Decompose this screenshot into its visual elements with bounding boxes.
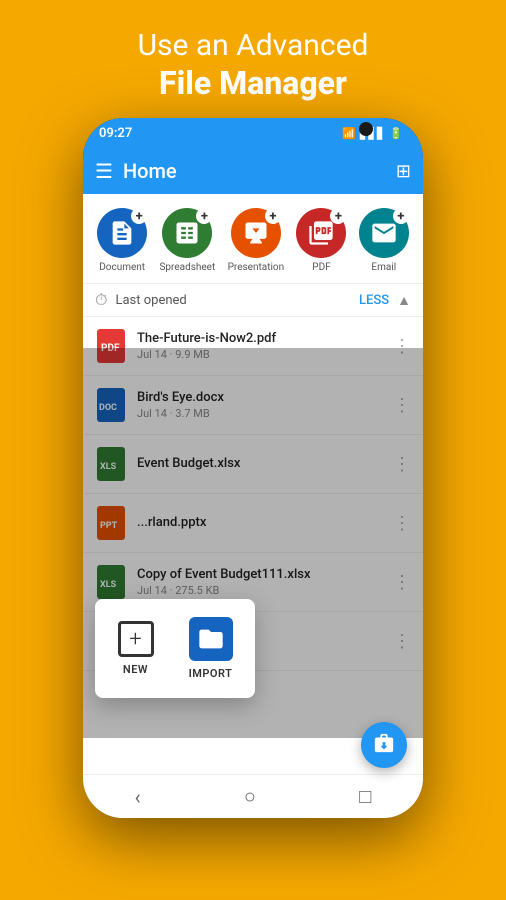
battery-icon: 🔋 <box>389 127 403 140</box>
action-pdf-label: PDF <box>312 262 330 273</box>
action-spreadsheet[interactable]: + Spreadsheet <box>159 208 215 273</box>
header-line1: Use an Advanced <box>138 28 369 64</box>
recents-nav-icon[interactable]: □ <box>359 784 371 809</box>
header-text: Use an Advanced File Manager <box>118 0 389 118</box>
wifi-icon: 📶 <box>342 127 356 140</box>
chevron-up-icon: ▲ <box>397 292 411 309</box>
section-header[interactable]: ⏱ Last opened LESS ▲ <box>83 283 423 317</box>
history-icon: ⏱ <box>95 290 107 310</box>
new-icon: + <box>118 621 154 657</box>
email-plus-icon: + <box>393 208 409 224</box>
status-time: 09:27 <box>99 126 132 141</box>
action-spreadsheet-label: Spreadsheet <box>159 262 215 273</box>
pdf-plus-icon: + <box>330 208 346 224</box>
header-line2: File Manager <box>138 64 369 102</box>
import-icon <box>189 617 233 661</box>
popup-import-item[interactable]: IMPORT <box>189 617 233 680</box>
action-email-label: Email <box>371 262 396 273</box>
import-label: IMPORT <box>189 667 233 680</box>
hamburger-icon[interactable]: ☰ <box>95 159 113 183</box>
fab-icon <box>373 732 395 759</box>
spreadsheet-plus-icon: + <box>196 208 212 224</box>
less-button[interactable]: LESS <box>359 293 389 308</box>
nav-title: Home <box>123 159 386 183</box>
doc-plus-icon: + <box>131 208 147 224</box>
file-name: The-Future-is-Now2.pdf <box>137 331 383 346</box>
status-bar: 09:27 📶 ▋▋▋ 🔋 <box>83 118 423 148</box>
quick-actions: + Document + Spreadsheet + <box>83 194 423 283</box>
popup-card: + NEW IMPORT <box>95 599 255 698</box>
section-label: Last opened <box>115 293 351 308</box>
nav-bar: ☰ Home ⊞ <box>83 148 423 194</box>
presentation-plus-icon: + <box>265 208 281 224</box>
grid-view-icon[interactable]: ⊞ <box>396 161 411 182</box>
phone-screen: 09:27 📶 ▋▋▋ 🔋 ☰ Home ⊞ + Docume <box>83 118 423 818</box>
action-pdf[interactable]: + PDF <box>296 208 346 273</box>
back-nav-icon[interactable]: ‹ <box>135 785 141 809</box>
popup-new-item[interactable]: + NEW <box>118 621 154 676</box>
action-email[interactable]: + Email <box>359 208 409 273</box>
action-presentation[interactable]: + Presentation <box>228 208 285 273</box>
action-presentation-label: Presentation <box>228 262 285 273</box>
action-document[interactable]: + Document <box>97 208 147 273</box>
bottom-bar: ‹ ○ □ <box>83 774 423 818</box>
phone-container: 09:27 📶 ▋▋▋ 🔋 ☰ Home ⊞ + Docume <box>83 118 423 818</box>
home-nav-icon[interactable]: ○ <box>244 784 256 809</box>
new-label: NEW <box>123 663 148 676</box>
action-document-label: Document <box>99 262 145 273</box>
